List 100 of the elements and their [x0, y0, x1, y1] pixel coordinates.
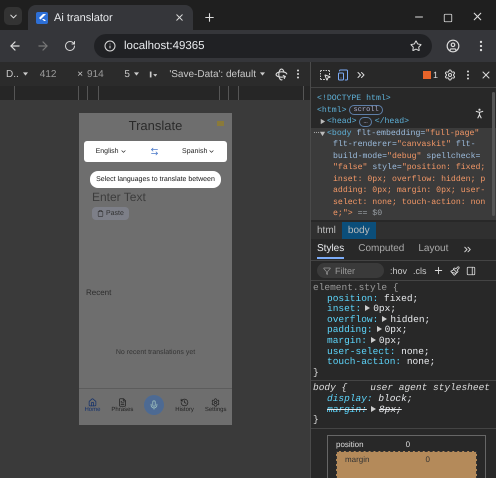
breadcrumb[interactable]: html	[311, 222, 342, 239]
hov-toggle[interactable]: :hov	[390, 266, 408, 276]
cls-toggle[interactable]: .cls	[413, 266, 427, 276]
html-tag: <head>	[327, 116, 356, 128]
attribute-name: flt-embedding=	[355, 128, 426, 139]
attribute-name: spellcheck=	[425, 150, 480, 162]
browser-tab[interactable]: Ai translator	[28, 5, 193, 30]
css-declaration[interactable]: display: block;	[313, 394, 413, 405]
panel-tab[interactable]: Styles	[317, 240, 344, 259]
settings-icon[interactable]	[444, 68, 456, 80]
gear-icon[interactable]	[211, 398, 220, 406]
chevron-down-icon[interactable]	[120, 148, 127, 155]
caret-icon[interactable]	[134, 72, 139, 76]
recent-heading: Recent	[86, 288, 112, 297]
document-icon[interactable]	[118, 398, 127, 406]
collapse-icon[interactable]	[319, 130, 326, 137]
expand-icon[interactable]	[319, 118, 326, 126]
css-declaration[interactable]: touch-action: none;	[313, 357, 436, 368]
new-tab-icon[interactable]	[203, 11, 216, 24]
rule-close: }	[313, 415, 320, 426]
save-data-select[interactable]: 'Save-Data': default	[169, 68, 256, 80]
css-declaration[interactable]: padding: 0px;	[313, 325, 408, 336]
attribute-name: style=	[371, 162, 402, 174]
inspect-icon[interactable]	[319, 68, 331, 80]
app-title: Translate	[128, 118, 182, 132]
attribute-value: "position: fixed;	[402, 162, 486, 174]
node-text: == $0	[356, 208, 382, 220]
reload-icon[interactable]	[64, 40, 76, 52]
rotate-icon[interactable]	[275, 68, 288, 80]
caret-icon[interactable]	[22, 72, 28, 76]
html-tag: <body	[327, 128, 352, 139]
maximize-icon[interactable]	[443, 13, 453, 23]
filter-icon	[323, 266, 331, 274]
times-sign: ×	[77, 68, 84, 80]
close-icon[interactable]	[480, 68, 492, 80]
css-declaration[interactable]: inset: 0px;	[313, 304, 396, 315]
width-field[interactable]: 412	[40, 68, 74, 80]
css-declaration[interactable]: margin: 0px;	[313, 336, 402, 347]
swap-icon[interactable]	[150, 147, 159, 156]
position-value: 0	[406, 440, 410, 449]
html-tag: <html>	[317, 104, 346, 116]
css-selector: element.style {	[313, 283, 399, 294]
html-tag: <!DOCTYPE html>	[317, 93, 391, 104]
attribute-name: build-mode=	[333, 150, 388, 162]
panel-tab[interactable]: Computed	[358, 240, 404, 259]
margin-value: 0	[425, 454, 430, 464]
css-declaration[interactable]: margin: 8px;	[313, 404, 402, 416]
clipboard-icon[interactable]	[97, 210, 104, 217]
clock-icon[interactable]	[180, 398, 190, 406]
attribute-value: select: none; touch-action: non	[333, 196, 486, 208]
filter-field[interactable]: Filter	[317, 263, 384, 278]
star-icon[interactable]	[410, 40, 422, 52]
attribute-value: "canvaskit"	[396, 139, 451, 150]
throttle-icon[interactable]	[149, 70, 158, 78]
issues-badge[interactable]: 1	[422, 70, 438, 80]
add-rule-icon[interactable]	[432, 265, 444, 276]
zoom-select[interactable]: 5	[124, 68, 130, 80]
tab-title: Ai translator	[54, 12, 114, 24]
caret-icon[interactable]	[260, 72, 266, 76]
tab-search-button[interactable]	[4, 7, 22, 25]
rule-close: }	[313, 368, 320, 378]
url-text: localhost:49365	[124, 40, 206, 52]
back-icon[interactable]	[8, 39, 22, 53]
margin-label: margin	[345, 454, 370, 464]
mic-icon[interactable]	[149, 400, 160, 410]
selected-node[interactable]	[311, 128, 496, 220]
close-tab-icon[interactable]	[174, 12, 185, 23]
scrollbar[interactable]	[492, 92, 495, 216]
paintbrush-icon[interactable]	[450, 266, 460, 276]
more-tabs-icon[interactable]	[462, 244, 474, 255]
rule-source: user agent stylesheet	[370, 383, 490, 394]
close-icon[interactable]	[471, 10, 484, 23]
forward-icon[interactable]	[36, 39, 50, 53]
attribute-value: "full-page"	[425, 128, 480, 139]
home-icon[interactable]	[88, 398, 97, 406]
attribute-value: inset: 0px; overflow: hidden; p	[333, 174, 486, 185]
attribute-name: flt-renderer=	[333, 139, 397, 150]
attribute-value: e;">	[333, 208, 353, 220]
app-logo-icon	[36, 12, 48, 24]
info-icon[interactable]	[104, 40, 116, 52]
chevron-down-icon[interactable]	[208, 148, 216, 155]
accessibility-icon[interactable]	[473, 107, 486, 120]
sidebar-icon[interactable]	[466, 266, 476, 276]
attribute-name: flt-	[454, 139, 476, 150]
attribute-value: "false"	[333, 162, 368, 174]
address-bar[interactable]: localhost:49365	[94, 34, 432, 58]
css-selector: body {	[313, 383, 348, 394]
html-tag: </head>	[374, 116, 410, 128]
css-declaration[interactable]: position: fixed;	[313, 294, 418, 304]
panel-tab[interactable]: Layout	[418, 240, 448, 259]
profile-icon[interactable]	[446, 39, 460, 53]
css-declaration[interactable]: user-select: none;	[313, 346, 430, 358]
device-icon[interactable]	[337, 68, 349, 80]
attribute-value: "debug"	[387, 150, 422, 162]
attribute-value: adding: 0px; margin: 0px; user-	[333, 185, 486, 196]
css-declaration[interactable]: overflow: hidden;	[313, 314, 430, 326]
breadcrumb[interactable]: body	[342, 222, 376, 239]
mic-button[interactable]	[144, 395, 164, 415]
device-select[interactable]: D..	[6, 68, 19, 80]
height-field[interactable]: 914	[87, 68, 120, 80]
